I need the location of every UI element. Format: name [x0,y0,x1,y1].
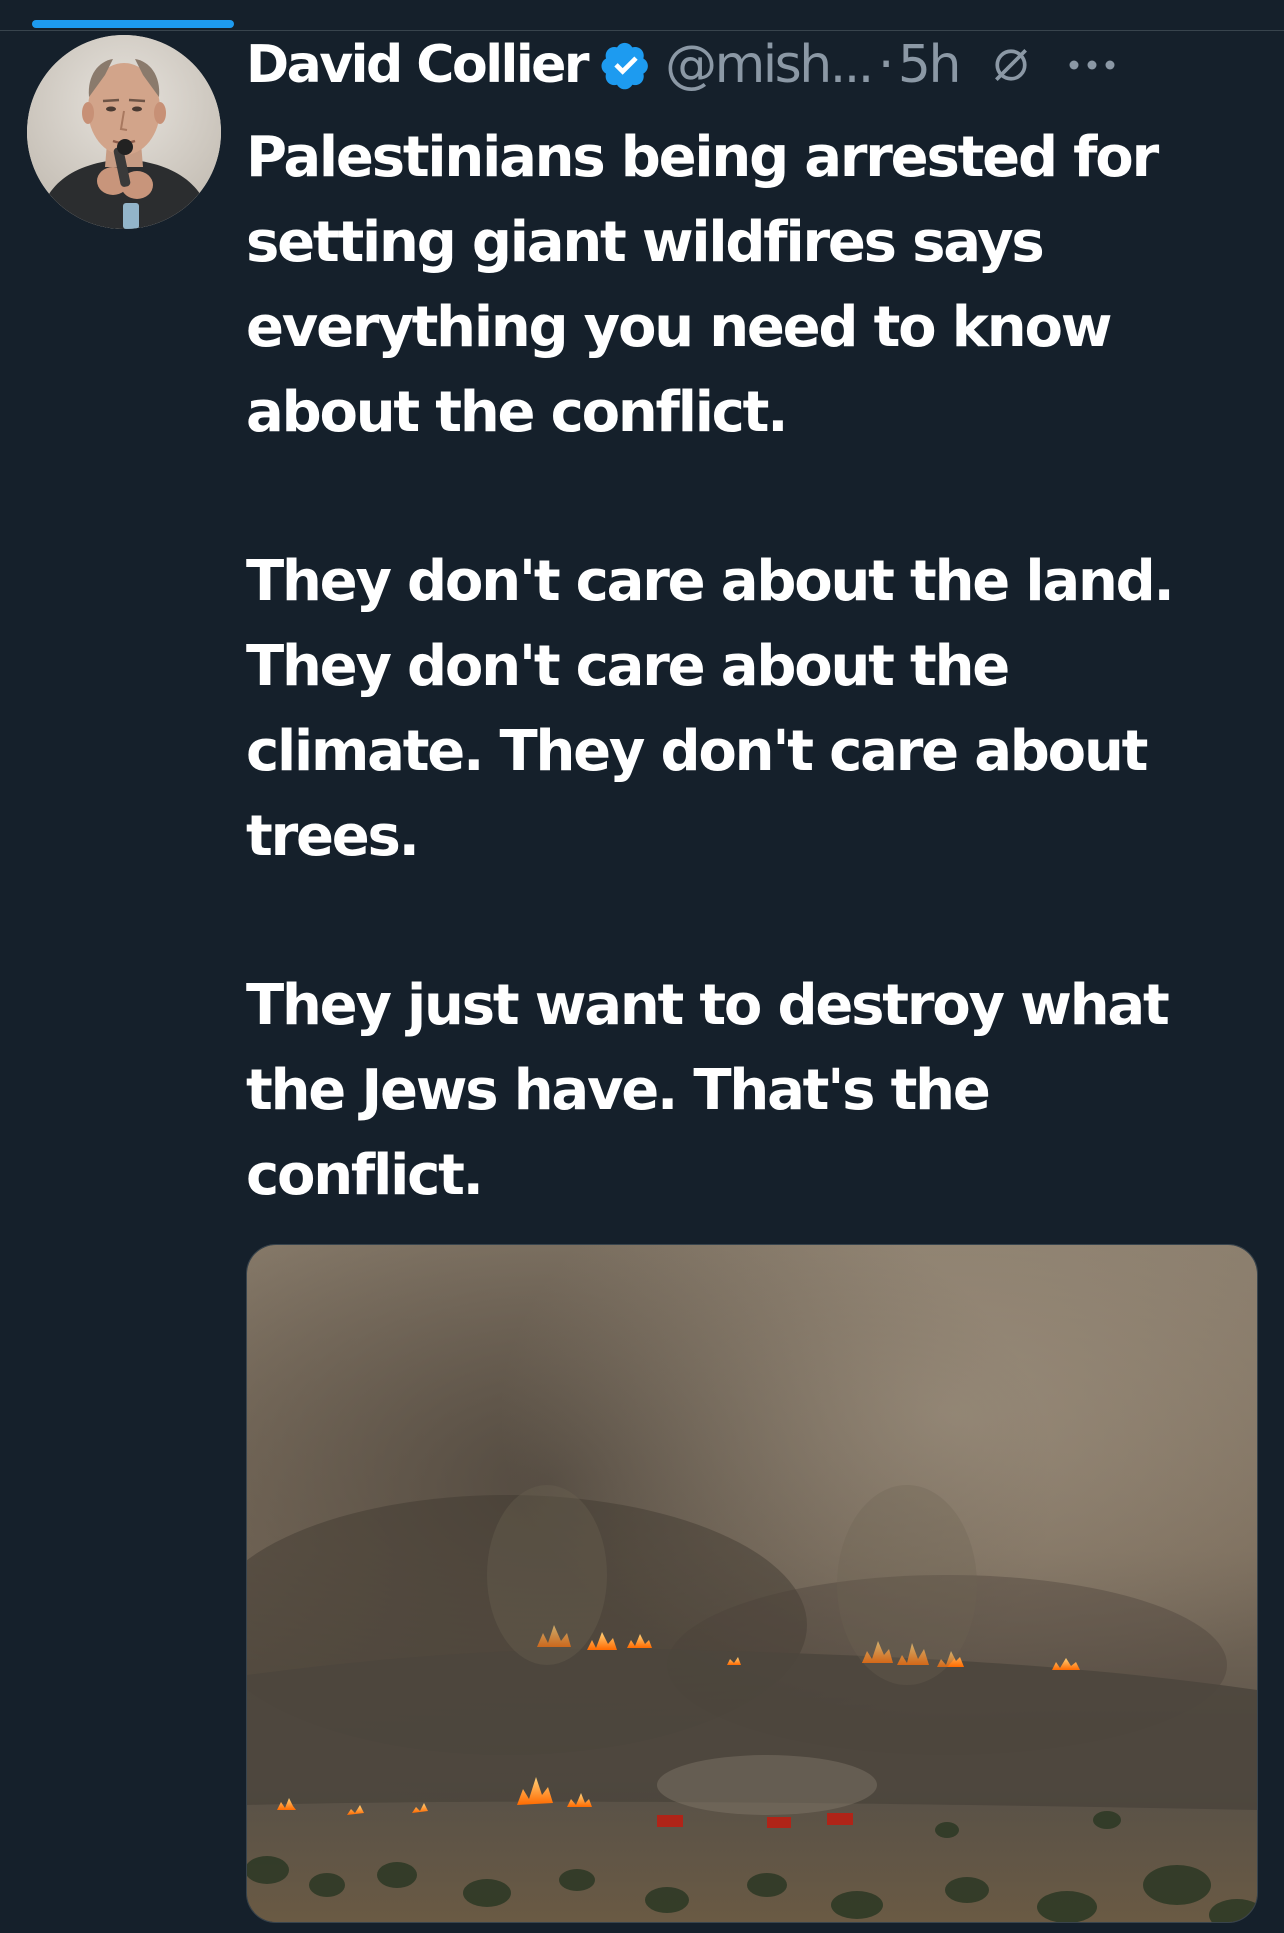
active-tab-indicator[interactable] [32,20,234,28]
tweet-header: David Collier @mish... · 5h [246,30,1276,100]
handle[interactable]: @mish... [665,35,874,95]
tweet-text: Palestinians being arrested for setting … [246,115,1266,1302]
tweet-paragraph: They don't care about the land. They don… [246,549,1175,869]
top-tab-strip [0,0,1284,31]
more-horizontal-icon[interactable] [1067,58,1117,72]
wildfire-photo [247,1245,1257,1922]
avatar-photo [27,35,221,229]
tweet-paragraph: They just want to destroy what the Jews … [246,973,1170,1208]
verified-badge-icon [601,42,648,90]
prohibited-circle-icon [994,49,1027,81]
timestamp[interactable]: 5h [898,35,962,95]
tweet-paragraph: Palestinians being arrested for setting … [246,125,1159,445]
separator-dot: · [877,35,895,95]
tweet-media-image[interactable] [246,1244,1258,1923]
avatar[interactable] [27,35,221,229]
display-name[interactable]: David Collier [246,35,590,95]
